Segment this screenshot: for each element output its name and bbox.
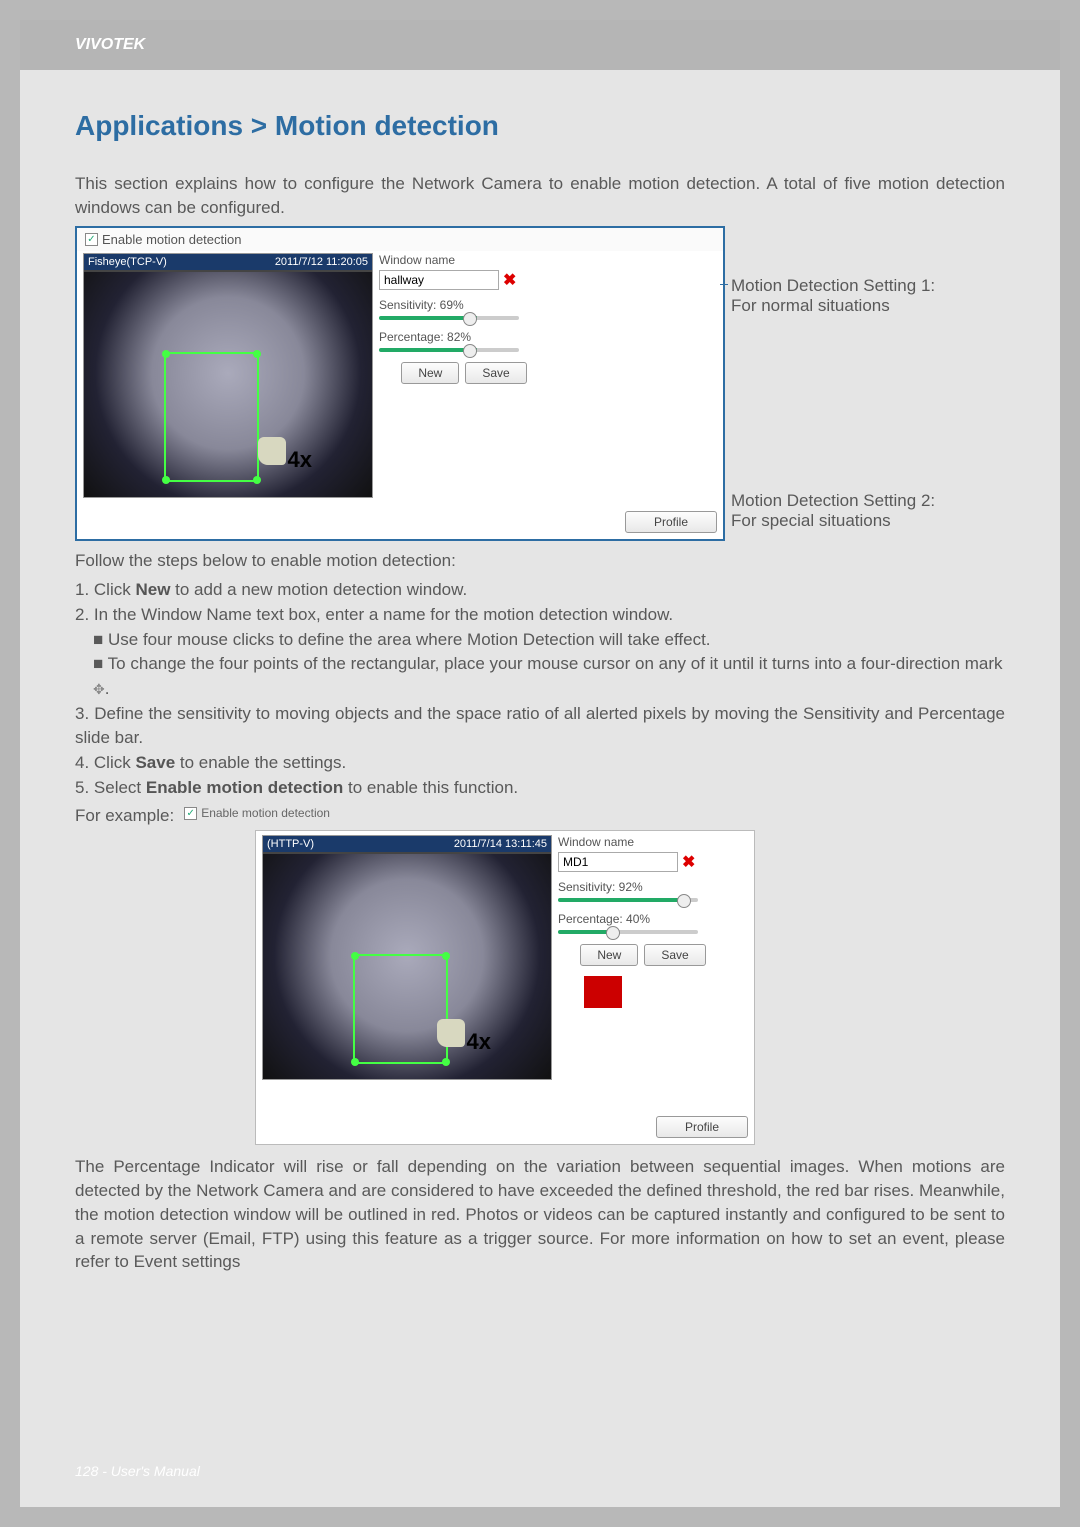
- percentage-label: Percentage: 82%: [379, 330, 471, 344]
- resize-handle-icon[interactable]: [162, 476, 170, 484]
- camera-timestamp-2: 2011/7/14 13:11:45: [454, 838, 547, 850]
- save-button-2[interactable]: Save: [644, 944, 705, 966]
- sensitivity-row: Sensitivity: 69%: [379, 298, 549, 320]
- screenshot2: (HTTP-V) 2011/7/14 13:11:45 4x: [255, 830, 755, 1145]
- cam-area-2: (HTTP-V) 2011/7/14 13:11:45 4x: [256, 831, 754, 1082]
- content-area: Applications > Motion detection This sec…: [20, 70, 1060, 1300]
- sensitivity-slider[interactable]: [379, 316, 519, 320]
- step-4: 4. Click Save to enable the settings.: [75, 751, 1005, 776]
- window-name-input-2[interactable]: [558, 852, 678, 872]
- zoom-4x-overlay-2: 4x: [467, 1029, 491, 1055]
- new-button[interactable]: New: [401, 362, 459, 384]
- resize-handle-icon[interactable]: [162, 350, 170, 358]
- profile-button[interactable]: Profile: [625, 511, 717, 533]
- sensitivity-row-2: Sensitivity: 92%: [558, 880, 728, 902]
- resize-handle-icon[interactable]: [253, 350, 261, 358]
- camera-image: 4x: [84, 272, 372, 497]
- resize-handle-icon[interactable]: [351, 952, 359, 960]
- annotation-2-title: Motion Detection Setting 2:: [731, 491, 935, 511]
- button-row-2: New Save: [558, 944, 728, 966]
- settings-panel-2: Window name ✖ Sensitivity: 92% Percentag…: [558, 835, 728, 1080]
- four-direction-icon: ✥: [93, 679, 105, 699]
- intro-paragraph: This section explains how to configure t…: [75, 172, 1005, 220]
- percentage-slider-2[interactable]: [558, 930, 698, 934]
- resize-handle-icon[interactable]: [253, 476, 261, 484]
- page: VIVOTEK Applications > Motion detection …: [20, 20, 1060, 1507]
- checkbox-icon[interactable]: [85, 233, 98, 246]
- annotation-2-sub: For special situations: [731, 511, 935, 531]
- camera-view: Fisheye(TCP-V) 2011/7/12 11:20:05 4x: [83, 253, 373, 498]
- annotation-1-sub: For normal situations: [731, 296, 935, 316]
- profile-button-2[interactable]: Profile: [656, 1116, 748, 1138]
- page-footer: 128 - User's Manual: [75, 1463, 200, 1479]
- step-3: 3. Define the sensitivity to moving obje…: [75, 702, 1005, 751]
- annotations: Motion Detection Setting 1: For normal s…: [731, 226, 1005, 541]
- header-band: VIVOTEK: [20, 20, 1060, 70]
- step-1: 1. Click New to add a new motion detecti…: [75, 578, 1005, 603]
- profile-bar: Profile: [83, 511, 717, 533]
- percentage-row-2: Percentage: 40%: [558, 912, 728, 934]
- sensitivity-slider-2[interactable]: [558, 898, 698, 902]
- camera-name: Fisheye(TCP-V): [88, 256, 167, 268]
- profile-bar-2: Profile: [262, 1116, 748, 1138]
- camera-name-2: (HTTP-V): [267, 838, 314, 850]
- example-row: For example: Enable motion detection: [75, 806, 1005, 826]
- step-5: 5. Select Enable motion detection to ena…: [75, 776, 1005, 801]
- screenshot1: Enable motion detection Fisheye(TCP-V) 2…: [75, 226, 725, 541]
- settings-panel: Window name ✖ Sensitivity: 69% Percentag…: [379, 253, 549, 498]
- window-name-row-2: ✖: [558, 852, 728, 872]
- enable-label: Enable motion detection: [102, 232, 241, 247]
- example-checkbox-row: Enable motion detection: [184, 806, 330, 820]
- percentage-row: Percentage: 82%: [379, 330, 549, 352]
- percentage-slider[interactable]: [379, 348, 519, 352]
- close-icon[interactable]: ✖: [503, 270, 516, 290]
- sensitivity-label-2: Sensitivity: 92%: [558, 880, 643, 894]
- screenshot1-row: Enable motion detection Fisheye(TCP-V) 2…: [75, 226, 1005, 541]
- percentage-label-2: Percentage: 40%: [558, 912, 650, 926]
- enable-checkbox-row: Enable motion detection: [77, 228, 723, 251]
- window-name-label-2: Window name: [558, 835, 728, 849]
- trigger-indicator: [584, 976, 622, 1008]
- zoom-4x-overlay: 4x: [288, 447, 312, 473]
- cam-area: Fisheye(TCP-V) 2011/7/12 11:20:05 4x: [77, 251, 723, 500]
- camera-image-2: 4x: [263, 854, 551, 1079]
- button-row: New Save: [379, 362, 549, 384]
- steps-list: 1. Click New to add a new motion detecti…: [75, 578, 1005, 800]
- camera-view-2: (HTTP-V) 2011/7/14 13:11:45 4x: [262, 835, 552, 1080]
- example-enable-label: Enable motion detection: [201, 806, 330, 820]
- window-name-input[interactable]: [379, 270, 499, 290]
- step-2-bullet-1: ■ Use four mouse clicks to define the ar…: [75, 628, 1005, 653]
- example-label: For example:: [75, 806, 174, 826]
- camera-titlebar-2: (HTTP-V) 2011/7/14 13:11:45: [263, 836, 551, 852]
- steps-lead: Follow the steps below to enable motion …: [75, 549, 1005, 573]
- brand-text: VIVOTEK: [75, 36, 145, 54]
- sensitivity-label: Sensitivity: 69%: [379, 298, 464, 312]
- section-title: Applications > Motion detection: [75, 110, 1005, 142]
- annotation-connector-icon: [723, 507, 727, 521]
- annotation-2: Motion Detection Setting 2: For special …: [731, 491, 935, 531]
- motion-window-rect[interactable]: [164, 352, 259, 482]
- step-2: 2. In the Window Name text box, enter a …: [75, 603, 1005, 628]
- checkbox-icon[interactable]: [184, 807, 197, 820]
- annotation-connector-icon: [723, 284, 727, 298]
- motion-window-rect-2[interactable]: [353, 954, 448, 1064]
- new-button-2[interactable]: New: [580, 944, 638, 966]
- camera-timestamp: 2011/7/12 11:20:05: [275, 256, 368, 268]
- annotation-1-title: Motion Detection Setting 1:: [731, 276, 935, 296]
- resize-handle-icon[interactable]: [442, 1058, 450, 1066]
- window-name-row: ✖: [379, 270, 549, 290]
- close-icon[interactable]: ✖: [682, 852, 695, 872]
- resize-handle-icon[interactable]: [351, 1058, 359, 1066]
- annotation-1: Motion Detection Setting 1: For normal s…: [731, 276, 935, 316]
- step-2-bullet-2: ■ To change the four points of the recta…: [75, 652, 1005, 701]
- bottom-paragraph: The Percentage Indicator will rise or fa…: [75, 1155, 1005, 1274]
- resize-handle-icon[interactable]: [442, 952, 450, 960]
- camera-titlebar: Fisheye(TCP-V) 2011/7/12 11:20:05: [84, 254, 372, 270]
- save-button[interactable]: Save: [465, 362, 526, 384]
- window-name-label: Window name: [379, 253, 549, 267]
